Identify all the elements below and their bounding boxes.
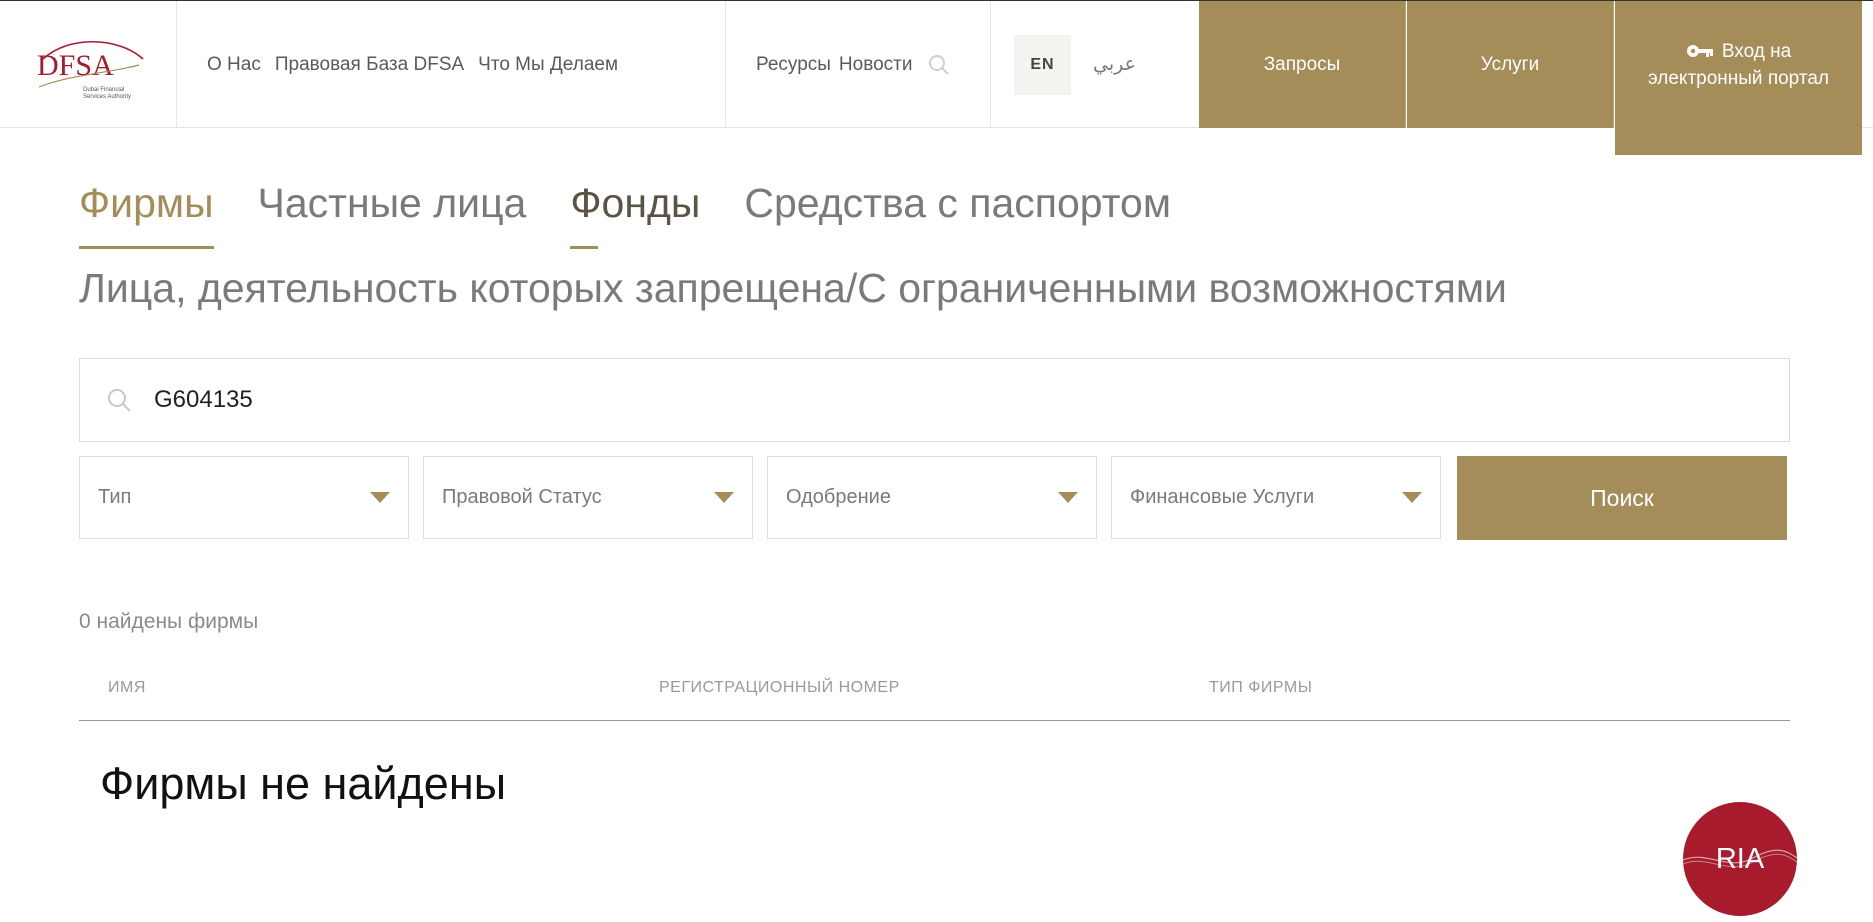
- type-select[interactable]: Тип: [79, 456, 409, 539]
- approval-select[interactable]: Одобрение: [767, 456, 1097, 539]
- legal-status-select-label: Правовой Статус: [442, 486, 602, 508]
- restricted-persons-link[interactable]: Лица, деятельность которых запрещена/С о…: [79, 265, 1507, 312]
- services-button[interactable]: Услуги: [1407, 1, 1614, 128]
- legal-status-select[interactable]: Правовой Статус: [423, 456, 753, 539]
- tab-firms[interactable]: Фирмы: [79, 180, 214, 249]
- portal-button-extension: [1615, 128, 1862, 155]
- lang-en-button[interactable]: EN: [1014, 34, 1071, 95]
- dfsa-logo-mark: DFSA Dubai Financial Services Authority: [37, 40, 144, 100]
- svg-text:Dubai Financial: Dubai Financial: [83, 87, 124, 93]
- search-input-value: G604135: [154, 386, 253, 413]
- portal-label-line2: электронный портал: [1648, 67, 1829, 89]
- dfsa-logo[interactable]: DFSA Dubai Financial Services Authority: [0, 1, 177, 128]
- category-tabs: Фирмы Частные лица Фонды Средства с пасп…: [79, 180, 1171, 249]
- search-icon: [108, 389, 131, 412]
- tab-individuals[interactable]: Частные лица: [258, 180, 527, 249]
- services-button-label: Услуги: [1480, 54, 1540, 75]
- nav-what-we-do[interactable]: Что Мы Делаем: [478, 54, 618, 76]
- chevron-down-icon: [1058, 492, 1078, 503]
- lang-ar-button[interactable]: عربي: [1093, 53, 1136, 76]
- nav-news[interactable]: Новости: [839, 54, 913, 76]
- tab-passported-funds[interactable]: Средства с паспортом: [744, 180, 1171, 249]
- secondary-nav: Ресурсы Новости: [726, 1, 991, 128]
- empty-results-message: Фирмы не найдены: [100, 758, 507, 809]
- column-firm-type[interactable]: ТИП ФИРМЫ: [1209, 679, 1312, 697]
- requests-button[interactable]: Запросы: [1199, 1, 1406, 128]
- type-select-label: Тип: [98, 486, 132, 508]
- chevron-down-icon: [714, 492, 734, 503]
- search-button[interactable]: Поиск: [1457, 456, 1787, 540]
- key-icon: [1686, 45, 1713, 57]
- site-header: DFSA Dubai Financial Services Authority …: [0, 0, 1873, 128]
- results-count: 0 найдены фирмы: [79, 610, 259, 633]
- main-nav: О Нас Правовая База DFSA Что Мы Делаем: [177, 1, 726, 128]
- portal-login-button[interactable]: Вход на электронный портал: [1615, 1, 1862, 128]
- chevron-down-icon: [370, 492, 390, 503]
- column-name[interactable]: ИМЯ: [108, 679, 146, 697]
- approval-select-label: Одобрение: [786, 486, 891, 508]
- results-table-header: ИМЯ РЕГИСТРАЦИОННЫЙ НОМЕР ТИП ФИРМЫ: [79, 668, 1790, 721]
- chevron-down-icon: [1402, 492, 1422, 503]
- search-input[interactable]: G604135: [79, 358, 1790, 442]
- nav-legal-base[interactable]: Правовая База DFSA: [275, 54, 464, 76]
- language-switch: EN عربي: [991, 1, 1199, 128]
- financial-services-select-label: Финансовые Услуги: [1130, 486, 1315, 508]
- ria-chat-badge[interactable]: RIA: [1683, 802, 1797, 916]
- requests-button-label: Запросы: [1263, 54, 1341, 75]
- financial-services-select[interactable]: Финансовые Услуги: [1111, 456, 1441, 539]
- column-registration-number[interactable]: РЕГИСТРАЦИОННЫЙ НОМЕР: [659, 679, 900, 697]
- search-icon[interactable]: [928, 54, 950, 76]
- portal-label-line1: Вход на: [1721, 40, 1792, 62]
- nav-about[interactable]: О Нас: [207, 54, 261, 76]
- ria-badge-label: RIA: [1715, 842, 1765, 875]
- filter-row: Тип Правовой Статус Одобрение Финансовые…: [79, 456, 1787, 540]
- nav-resources[interactable]: Ресурсы: [756, 54, 831, 76]
- tab-funds[interactable]: Фонды: [570, 180, 700, 249]
- svg-text:Services Authority: Services Authority: [83, 94, 131, 100]
